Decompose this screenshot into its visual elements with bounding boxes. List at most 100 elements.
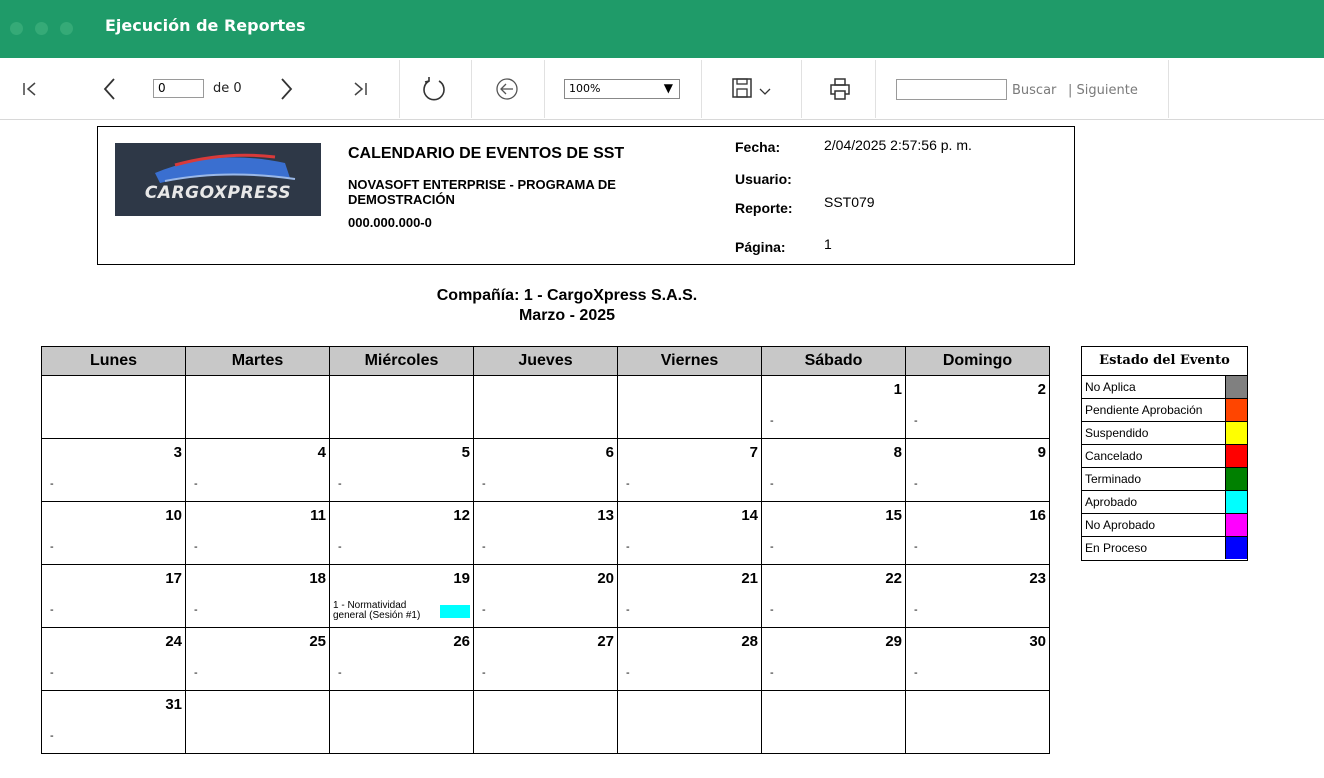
fecha-label: Fecha: bbox=[735, 139, 781, 155]
save-export-button[interactable] bbox=[722, 58, 782, 119]
pagina-label: Página: bbox=[735, 239, 786, 255]
usuario-label: Usuario: bbox=[735, 171, 792, 187]
day-number: 24 bbox=[165, 633, 182, 650]
day-placeholder: - bbox=[770, 541, 774, 553]
first-page-button[interactable] bbox=[10, 58, 50, 119]
calendar-day-cell: 24 - bbox=[41, 627, 186, 691]
calendar-day-cell: 12 - bbox=[329, 501, 474, 565]
report-header: CARGOXPRESS CALENDARIO DE EVENTOS DE SST… bbox=[97, 126, 1075, 265]
search-button[interactable]: Buscar bbox=[1012, 83, 1056, 98]
day-number: 21 bbox=[741, 570, 758, 587]
legend-label: En Proceso bbox=[1085, 541, 1148, 555]
calendar-week-row: 10 - 11 - 12 - 13 - 14 - 15 - 16 - bbox=[41, 501, 1050, 565]
report-toolbar: 0 de 0 100% ▼ Buscar | Siguiente bbox=[0, 58, 1324, 120]
day-number: 16 bbox=[1029, 507, 1046, 524]
day-placeholder: - bbox=[194, 478, 198, 490]
day-number: 30 bbox=[1029, 633, 1046, 650]
legend-title: Estado del Evento bbox=[1082, 347, 1247, 376]
reporte-label: Reporte: bbox=[735, 200, 793, 216]
legend-item: Cancelado bbox=[1082, 445, 1247, 468]
legend-item: No Aplica bbox=[1082, 376, 1247, 399]
day-number: 20 bbox=[597, 570, 614, 587]
legend-item: Aprobado bbox=[1082, 491, 1247, 514]
day-placeholder: - bbox=[50, 478, 54, 490]
day-placeholder: - bbox=[482, 478, 486, 490]
back-button[interactable] bbox=[487, 58, 527, 119]
calendar-day-cell: 20 - bbox=[473, 564, 618, 628]
next-page-button[interactable] bbox=[268, 58, 304, 119]
day-placeholder: - bbox=[914, 478, 918, 490]
refresh-button[interactable] bbox=[414, 58, 454, 119]
day-placeholder: - bbox=[194, 541, 198, 553]
legend-color-swatch bbox=[1225, 491, 1247, 513]
legend-item: Terminado bbox=[1082, 468, 1247, 491]
prev-page-button[interactable] bbox=[90, 58, 130, 119]
calendar-day-cell: 10 - bbox=[41, 501, 186, 565]
calendar-day-cell: 21 - bbox=[617, 564, 762, 628]
day-number: 18 bbox=[309, 570, 326, 587]
company-line: Compañía: 1 - CargoXpress S.A.S. bbox=[436, 287, 698, 304]
day-placeholder: - bbox=[338, 667, 342, 679]
last-page-button[interactable] bbox=[340, 58, 380, 119]
calendar-day-cell bbox=[761, 690, 906, 754]
day-number: 31 bbox=[165, 696, 182, 713]
calendar-day-cell bbox=[185, 690, 330, 754]
calendar-day-cell: 22 - bbox=[761, 564, 906, 628]
legend-item: No Aprobado bbox=[1082, 514, 1247, 537]
page-number-input[interactable]: 0 bbox=[153, 79, 204, 98]
day-number: 6 bbox=[605, 444, 614, 461]
window-title: Ejecución de Reportes bbox=[105, 16, 306, 35]
calendar-event[interactable]: 1 - Normatividad general (Sesión #1) bbox=[333, 601, 433, 621]
calendar-day-cell: 27 - bbox=[473, 627, 618, 691]
day-placeholder: - bbox=[50, 541, 54, 553]
window-dot-icon bbox=[10, 22, 23, 35]
day-number: 14 bbox=[741, 507, 758, 524]
legend-color-swatch bbox=[1225, 422, 1247, 444]
legend-label: Aprobado bbox=[1085, 495, 1138, 509]
print-button[interactable] bbox=[820, 58, 860, 119]
calendar-day-cell: 3- bbox=[41, 438, 186, 502]
window-dot-icon bbox=[35, 22, 48, 35]
calendar-day-cell: 15 - bbox=[761, 501, 906, 565]
page-count-label: de 0 bbox=[213, 81, 242, 96]
zoom-select[interactable]: 100% ▼ bbox=[564, 79, 680, 99]
day-placeholder: - bbox=[914, 667, 918, 679]
toolbar-separator bbox=[399, 60, 400, 118]
calendar-day-cell bbox=[617, 375, 762, 439]
day-placeholder: - bbox=[770, 667, 774, 679]
day-number: 23 bbox=[1029, 570, 1046, 587]
fecha-value: 2/04/2025 2:57:56 p. m. bbox=[824, 137, 972, 153]
weekday-header: Domingo bbox=[905, 346, 1050, 376]
calendar-grid: Lunes Martes Miércoles Jueves Viernes Sá… bbox=[41, 346, 1050, 754]
period-line: Marzo - 2025 bbox=[518, 307, 616, 324]
toolbar-separator bbox=[544, 60, 545, 118]
calendar-day-cell: 2- bbox=[905, 375, 1050, 439]
day-placeholder: - bbox=[482, 541, 486, 553]
toolbar-separator bbox=[701, 60, 702, 118]
day-number: 15 bbox=[885, 507, 902, 524]
day-number: 22 bbox=[885, 570, 902, 587]
calendar-header-row: Lunes Martes Miércoles Jueves Viernes Sá… bbox=[41, 346, 1050, 376]
calendar-week-row: 17 - 18 - 19 1 - Normatividad general (Sesión… bbox=[41, 564, 1050, 628]
legend-color-swatch bbox=[1225, 399, 1247, 421]
day-placeholder: - bbox=[338, 541, 342, 553]
legend-color-swatch bbox=[1225, 514, 1247, 536]
calendar-day-cell bbox=[185, 375, 330, 439]
calendar-day-cell: 29 - bbox=[761, 627, 906, 691]
calendar-week-row: 24 - 25 - 26 - 27 - 28 - 29 - 30 - bbox=[41, 627, 1050, 691]
search-input[interactable] bbox=[896, 79, 1007, 100]
day-placeholder: - bbox=[50, 667, 54, 679]
search-next-button[interactable]: | Siguiente bbox=[1068, 83, 1138, 98]
day-placeholder: - bbox=[914, 541, 918, 553]
day-placeholder: - bbox=[482, 667, 486, 679]
calendar-day-cell: 6- bbox=[473, 438, 618, 502]
weekday-header: Viernes bbox=[617, 346, 762, 376]
print-icon bbox=[830, 77, 850, 100]
calendar-day-cell: 1- bbox=[761, 375, 906, 439]
chevron-down-icon: ▼ bbox=[663, 81, 673, 95]
day-placeholder: - bbox=[194, 667, 198, 679]
refresh-icon bbox=[423, 76, 445, 100]
save-icon bbox=[732, 77, 771, 98]
day-placeholder: - bbox=[770, 604, 774, 616]
day-number: 12 bbox=[453, 507, 470, 524]
